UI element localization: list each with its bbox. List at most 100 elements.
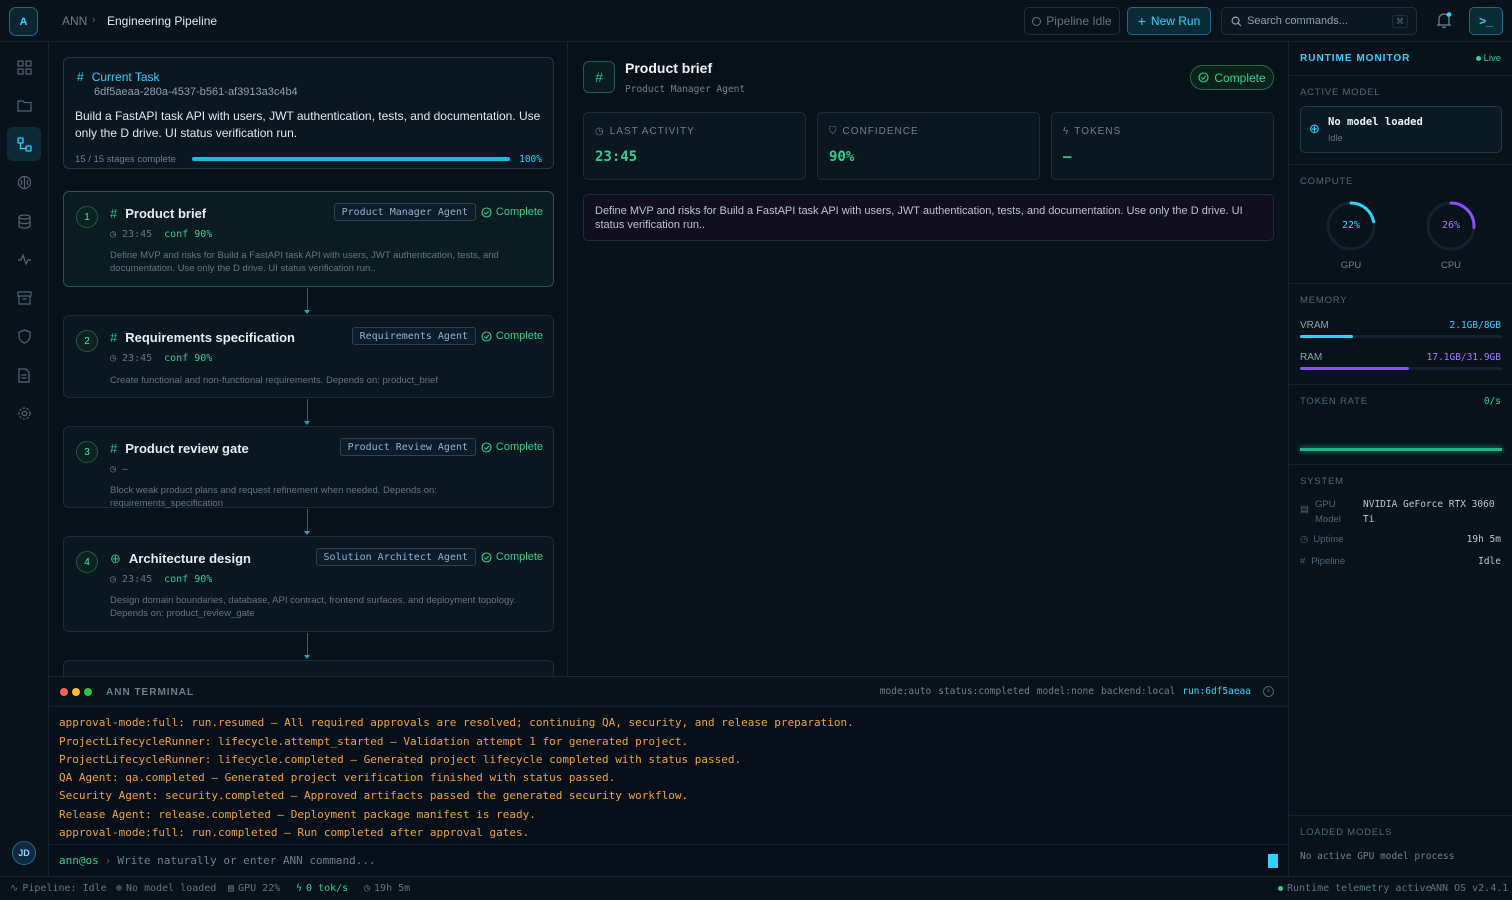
- pipeline-icon[interactable]: [7, 127, 41, 161]
- progress-percent: 100%: [519, 154, 542, 165]
- hash-icon: #: [110, 441, 118, 456]
- detail-description: Define MVP and risks for Build a FastAPI…: [583, 194, 1274, 241]
- stage-card[interactable]: 2 # Requirements specification Requiremen…: [63, 315, 554, 398]
- token-rate-label: TOKEN RATE: [1300, 396, 1368, 407]
- bell-icon[interactable]: [1436, 12, 1452, 29]
- close-icon[interactable]: ×: [1263, 686, 1274, 697]
- ram-bar: [1300, 367, 1502, 370]
- uptime-label: ◷ Uptime: [1300, 534, 1344, 545]
- vram-bar: [1300, 335, 1502, 338]
- search-placeholder: Search commands...: [1247, 15, 1348, 27]
- status-badge: Complete: [481, 441, 543, 453]
- app-logo[interactable]: A: [9, 7, 38, 36]
- stage-description: Block weak product plans and request ref…: [110, 485, 437, 509]
- archive-icon[interactable]: [7, 281, 41, 315]
- terminal-panel: ANN TERMINAL mode:auto status:completed mo…: [49, 676, 1288, 876]
- check-circle-icon: [481, 330, 492, 342]
- stage-meta: ◷ 23:45 conf 90%: [110, 353, 213, 364]
- stage-title: # Product brief: [110, 206, 207, 221]
- current-task-label: Current Task: [91, 70, 160, 84]
- status-pipeline: ∿ Pipeline: Idle: [10, 883, 107, 894]
- stage-meta: ◷ 23:45 conf 90%: [110, 574, 213, 585]
- task-id: 6df5aeaa-280a-4537-b561-af3913a3c4b4: [94, 86, 298, 98]
- status-telemetry: Runtime telemetry active: [1278, 883, 1432, 894]
- model-state: Idle: [1328, 133, 1343, 143]
- terminal-input[interactable]: ann@os › Write naturally or enter ANN co…: [59, 854, 1279, 867]
- active-model-card[interactable]: ⊕ No model loaded Idle: [1300, 106, 1502, 153]
- avatar[interactable]: JD: [12, 841, 36, 865]
- stage-card[interactable]: 3 # Product review gate Product Review Ag…: [63, 426, 554, 509]
- terminal-cursor: [1268, 854, 1278, 868]
- maximize-dot-icon[interactable]: [84, 688, 92, 696]
- globe-icon: ⊕: [110, 551, 121, 566]
- terminal-status: mode:auto status:completed model:none backe…: [879, 686, 1251, 697]
- check-circle-icon: [1198, 72, 1209, 83]
- folder-icon[interactable]: [7, 88, 41, 122]
- terminal-line: approval-mode:full: run.resumed — All re…: [59, 716, 854, 729]
- status-badge: Complete: [481, 206, 543, 218]
- pipeline-status-badge: Pipeline Idle: [1024, 7, 1120, 35]
- gpu-label: GPU: [1340, 260, 1362, 271]
- last-activity-value: 23:45: [595, 149, 638, 165]
- cpu-percent: 26%: [1441, 220, 1461, 231]
- stage-card[interactable]: 1 # Product brief Product Manager Agent C…: [63, 191, 554, 287]
- terminal-line: QA Agent: qa.completed — Generated proje…: [59, 771, 616, 784]
- stage-description: Design domain boundaries, database, API …: [110, 595, 516, 619]
- stage-meta: ◷ 23:45 conf 90%: [110, 229, 213, 240]
- current-task-header: # Current Task: [77, 70, 160, 84]
- cpu-chip-icon: ⊕: [1309, 121, 1320, 136]
- agent-tag: Requirements Agent: [351, 327, 476, 345]
- breadcrumb-root[interactable]: ANN: [62, 14, 87, 28]
- gpu-icon: ▤: [228, 883, 235, 894]
- active-model-label: ACTIVE MODEL: [1300, 87, 1381, 98]
- shield-icon[interactable]: [7, 319, 41, 353]
- stage-card-partial[interactable]: [63, 660, 554, 676]
- arrow-down-icon: [304, 531, 310, 535]
- search-icon: [1231, 16, 1242, 27]
- stage-connector: [307, 288, 308, 310]
- document-icon[interactable]: [7, 358, 41, 392]
- terminal-placeholder: Write naturally or enter ANN command...: [117, 854, 376, 867]
- plus-icon: +: [1137, 13, 1146, 29]
- dashboard-icon[interactable]: [7, 50, 41, 84]
- search-shortcut: ⌘: [1392, 14, 1408, 28]
- close-dot-icon[interactable]: [60, 688, 68, 696]
- chip-icon: ▤: [1300, 504, 1309, 515]
- progress-bar: [192, 157, 510, 161]
- pipeline-label: # Pipeline: [1300, 556, 1346, 567]
- gpu-model-label: ▤ GPU Model: [1300, 499, 1341, 525]
- clock-icon: ◷: [110, 464, 117, 475]
- hash-icon: #: [110, 206, 118, 221]
- bolt-icon: ϟ: [296, 883, 303, 894]
- arrow-down-icon: [304, 421, 310, 425]
- check-circle-icon: [481, 206, 492, 218]
- database-icon[interactable]: [7, 204, 41, 238]
- status-version: ANN OS v2.4.1: [1430, 883, 1509, 894]
- minimize-dot-icon[interactable]: [72, 688, 80, 696]
- stage-number: 4: [76, 551, 98, 573]
- confidence-value: 90%: [829, 149, 855, 165]
- detail-agent: Product Manager Agent: [625, 84, 746, 95]
- progress-text: 15 / 15 stages complete: [75, 154, 176, 165]
- new-run-button[interactable]: + New Run: [1127, 7, 1211, 35]
- stage-number: 2: [76, 330, 98, 352]
- brain-icon[interactable]: [7, 165, 41, 199]
- gear-icon[interactable]: [7, 396, 41, 430]
- clock-icon: ◷: [110, 353, 117, 364]
- search-input[interactable]: Search commands... ⌘: [1221, 7, 1417, 35]
- stage-title: ⊕ Architecture design: [110, 551, 251, 566]
- top-bar: A ANN › Engineering Pipeline Pipeline Id…: [0, 0, 1512, 42]
- clock-icon: ◷: [110, 229, 117, 240]
- clock-icon: ◷: [110, 574, 117, 585]
- terminal-toggle-icon[interactable]: >_: [1469, 7, 1503, 35]
- circle-icon: [1032, 16, 1042, 26]
- task-description: Build a FastAPI task API with users, JWT…: [75, 109, 541, 140]
- status-badge: Complete: [1190, 65, 1274, 90]
- status-badge: Complete: [481, 551, 543, 563]
- ram-label: RAM: [1300, 352, 1323, 363]
- arrow-down-icon: [304, 655, 310, 659]
- agent-tag: Product Manager Agent: [333, 203, 476, 221]
- stage-card[interactable]: 4 ⊕ Architecture design Solution Architec…: [63, 536, 554, 632]
- stage-connector: [307, 509, 308, 531]
- activity-icon[interactable]: [7, 242, 41, 276]
